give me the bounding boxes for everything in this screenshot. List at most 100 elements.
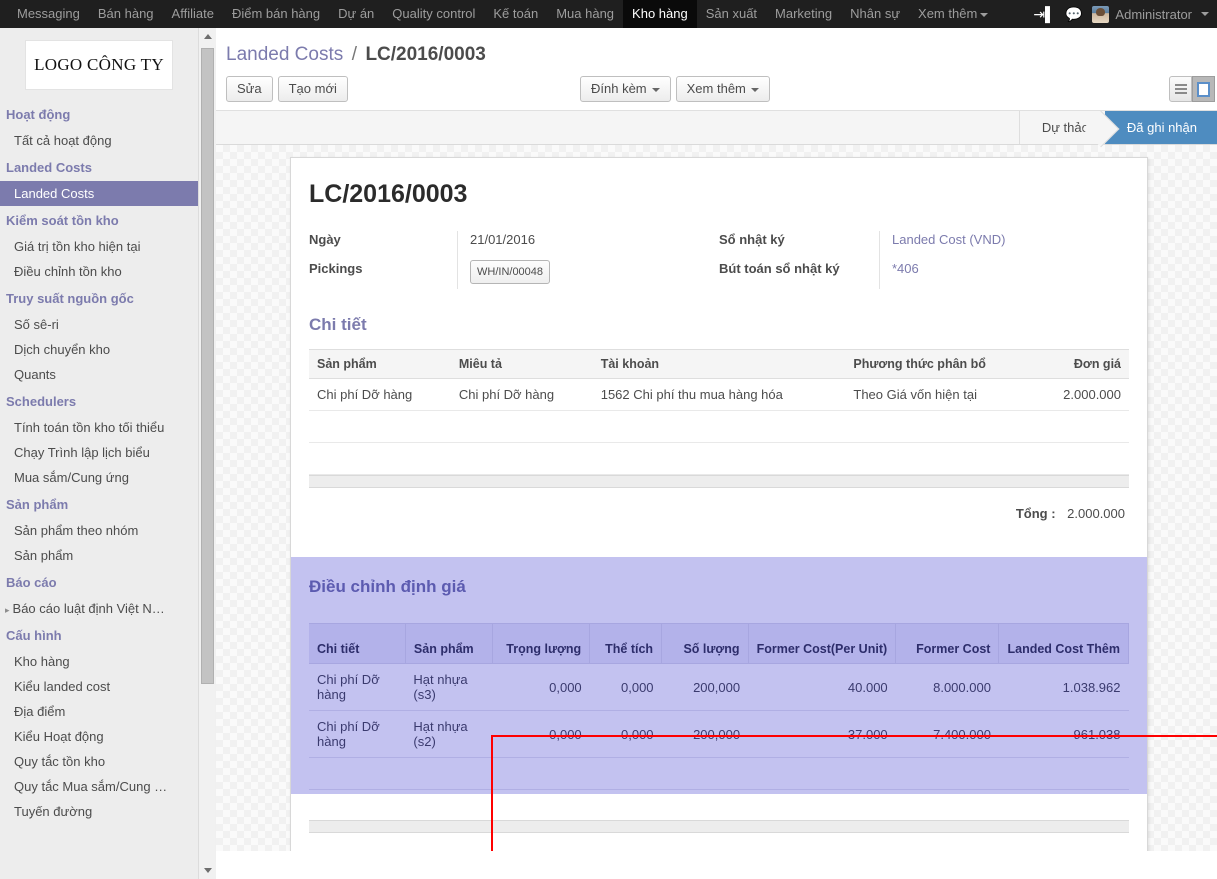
sidebar-item-5-0[interactable]: Sản phẩm theo nhóm	[0, 518, 198, 543]
details-table: Sản phẩm Miêu tả Tài khoản Phương thức phân…	[309, 349, 1129, 475]
sidebar-section-title: Cấu hình	[6, 628, 62, 643]
sidebar-section-title: Landed Costs	[6, 160, 92, 175]
valuation-cell-former_cost: 8.000.000	[895, 663, 999, 711]
nav-item-label: Sản xuất	[705, 6, 758, 21]
nav-item-2[interactable]: Affiliate	[163, 0, 223, 28]
field-value-journal-entry[interactable]: *406	[892, 260, 1129, 289]
sidebar-item-0-0[interactable]: Tất cả hoạt động	[0, 128, 198, 153]
form-view-button[interactable]	[1192, 76, 1215, 102]
sidebar-item-7-3[interactable]: Kiểu Hoạt động	[0, 724, 198, 749]
avatar	[1092, 5, 1110, 23]
nav-item-4[interactable]: Dự án	[329, 0, 383, 28]
nav-item-11[interactable]: Nhân sự	[841, 0, 909, 28]
left-field-labels: Ngày Pickings	[309, 231, 457, 289]
nav-item-label: Xem thêm	[918, 6, 978, 21]
empty-cell	[845, 410, 1035, 443]
sidebar-item-3-2[interactable]: Quants	[0, 362, 198, 387]
create-button[interactable]: Tạo mới	[277, 76, 348, 102]
sidebar-item-2-1[interactable]: Điều chỉnh tồn kho	[0, 259, 198, 284]
scroll-down-arrow-icon[interactable]	[199, 862, 216, 879]
sidebar-item-3-1[interactable]: Dịch chuyển kho	[0, 337, 198, 362]
nav-item-label: Quality control	[392, 6, 476, 21]
empty-cell	[895, 757, 999, 790]
nav-item-5[interactable]: Quality control	[383, 0, 484, 28]
field-value-journal[interactable]: Landed Cost (VND)	[892, 231, 1129, 260]
table-row[interactable]: Chi phí Dỡ hàng Hạt nhựa (s3) 0,000 0,000 20…	[309, 663, 1129, 711]
nav-item-3[interactable]: Điểm bán hàng	[223, 0, 329, 28]
details-section-title: Chi tiết	[309, 315, 367, 334]
attachment-dropdown-button[interactable]: Đính kèm	[580, 76, 671, 102]
sidebar-item-6-0[interactable]: Báo cáo luật định Việt N…	[0, 596, 198, 621]
nav-item-9[interactable]: Sản xuất	[697, 0, 766, 28]
details-column-header: Đơn giá	[1034, 349, 1129, 379]
sidebar-item-4-0[interactable]: Tính toán tồn kho tối thiểu	[0, 415, 198, 440]
nav-item-7[interactable]: Mua hàng	[547, 0, 623, 28]
scroll-up-arrow-icon[interactable]	[199, 28, 216, 45]
sidebar-item-7-4[interactable]: Quy tắc tồn kho	[0, 749, 198, 774]
nav-item-0[interactable]: Messaging	[8, 0, 89, 28]
sidebar-item-3-0[interactable]: Số sê-ri	[0, 312, 198, 337]
valuation-adjustment-section: Điều chỉnh định giá Chi tiết Sản phẩm Trọn…	[291, 557, 1147, 794]
messages-icon[interactable]: 💬	[1065, 0, 1082, 28]
nav-item-label: Kế toán	[493, 6, 539, 21]
empty-table-row[interactable]	[309, 757, 1129, 790]
valuation-cell-detail: Chi phí Dỡ hàng	[309, 710, 406, 758]
picking-tag[interactable]: WH/IN/00048	[470, 260, 551, 284]
empty-table-row[interactable]	[309, 410, 1129, 443]
empty-cell	[592, 410, 846, 443]
chevron-down-icon	[651, 87, 660, 92]
logout-icon[interactable]: ⇥▌	[1033, 0, 1055, 28]
sidebar-item-1-0[interactable]: Landed Costs	[0, 181, 198, 206]
attachment-label: Đính kèm	[591, 81, 647, 96]
nav-item-12[interactable]: Xem thêm	[909, 0, 997, 28]
field-label-journal-entry: Bút toán sổ nhật ký	[719, 261, 840, 276]
valuation-column-header: Sản phẩm	[405, 623, 494, 664]
edit-button[interactable]: Sửa	[226, 76, 273, 102]
sidebar-scrollbar[interactable]	[198, 28, 216, 879]
nav-item-6[interactable]: Kế toán	[484, 0, 547, 28]
nav-item-10[interactable]: Marketing	[766, 0, 841, 28]
field-label-journal: Sổ nhật ký	[719, 232, 785, 247]
sidebar-scrollbar-thumb[interactable]	[201, 48, 214, 684]
right-field-labels: Sổ nhật ký Bút toán sổ nhật ký	[719, 231, 879, 289]
breadcrumb: Landed Costs / LC/2016/0003	[216, 28, 1217, 66]
valuation-cell-weight: 0,000	[492, 710, 590, 758]
sidebar-item-7-5[interactable]: Quy tắc Mua sắm/Cung …	[0, 774, 198, 799]
top-navigation-bar: Messaging Bán hàng Affiliate Điểm bán hàng D…	[0, 0, 1217, 28]
sidebar-item-7-6[interactable]: Tuyến đường	[0, 799, 198, 824]
user-menu[interactable]: Administrator	[1092, 5, 1209, 23]
list-view-button[interactable]	[1169, 76, 1192, 102]
sidebar-item-7-0[interactable]: Kho hàng	[0, 649, 198, 674]
empty-cell	[405, 757, 493, 790]
sidebar-section-title: Truy suất nguồn gốc	[6, 291, 134, 306]
empty-table-row[interactable]	[309, 442, 1129, 475]
valuation-column-header: Landed Cost Thêm	[998, 623, 1129, 664]
sidebar-item-5-1[interactable]: Sản phẩm	[0, 543, 198, 568]
nav-item-label: Marketing	[775, 6, 833, 21]
status-draft[interactable]: Dự thảo	[1018, 111, 1105, 144]
valuation-cell-former_cost: 7.400.000	[895, 710, 999, 758]
more-dropdown-button[interactable]: Xem thêm	[675, 76, 770, 102]
valuation-cell-former_cost_per_unit: 37.000	[748, 710, 896, 758]
sidebar-item-4-2[interactable]: Mua sắm/Cung ứng	[0, 465, 198, 490]
sidebar-item-7-1[interactable]: Kiểu landed cost	[0, 674, 198, 699]
status-posted[interactable]: Đã ghi nhận	[1104, 111, 1217, 144]
content-area: Landed Costs / LC/2016/0003 Sửa Tạo mới …	[216, 28, 1217, 879]
total-value: 2.000.000	[1067, 506, 1125, 521]
sidebar-item-7-2[interactable]: Địa điểm	[0, 699, 198, 724]
empty-cell	[589, 757, 662, 790]
breadcrumb-parent[interactable]: Landed Costs	[226, 44, 343, 65]
table-row[interactable]: Chi phí Dỡ hàng Hạt nhựa (s2) 0,000 0,000 20…	[309, 710, 1129, 758]
nav-item-8[interactable]: Kho hàng	[623, 0, 697, 28]
empty-cell	[998, 757, 1129, 790]
field-value-date: 21/01/2016	[470, 232, 536, 247]
sidebar-item-4-1[interactable]: Chạy Trình lập lịch biểu	[0, 440, 198, 465]
nav-item-1[interactable]: Bán hàng	[89, 0, 163, 28]
table-row[interactable]: Chi phí Dỡ hàng Chi phí Dỡ hàng 1562 Chi p…	[309, 378, 1129, 411]
sidebar-item-2-0[interactable]: Giá trị tồn kho hiện tại	[0, 234, 198, 259]
valuation-column-header: Chi tiết	[309, 623, 406, 664]
list-icon	[1174, 82, 1187, 96]
details-cell-account: 1562 Chi phí thu mua hàng hóa	[592, 378, 846, 411]
empty-cell	[845, 442, 1035, 475]
valuation-cell-former_cost_per_unit: 40.000	[748, 663, 896, 711]
